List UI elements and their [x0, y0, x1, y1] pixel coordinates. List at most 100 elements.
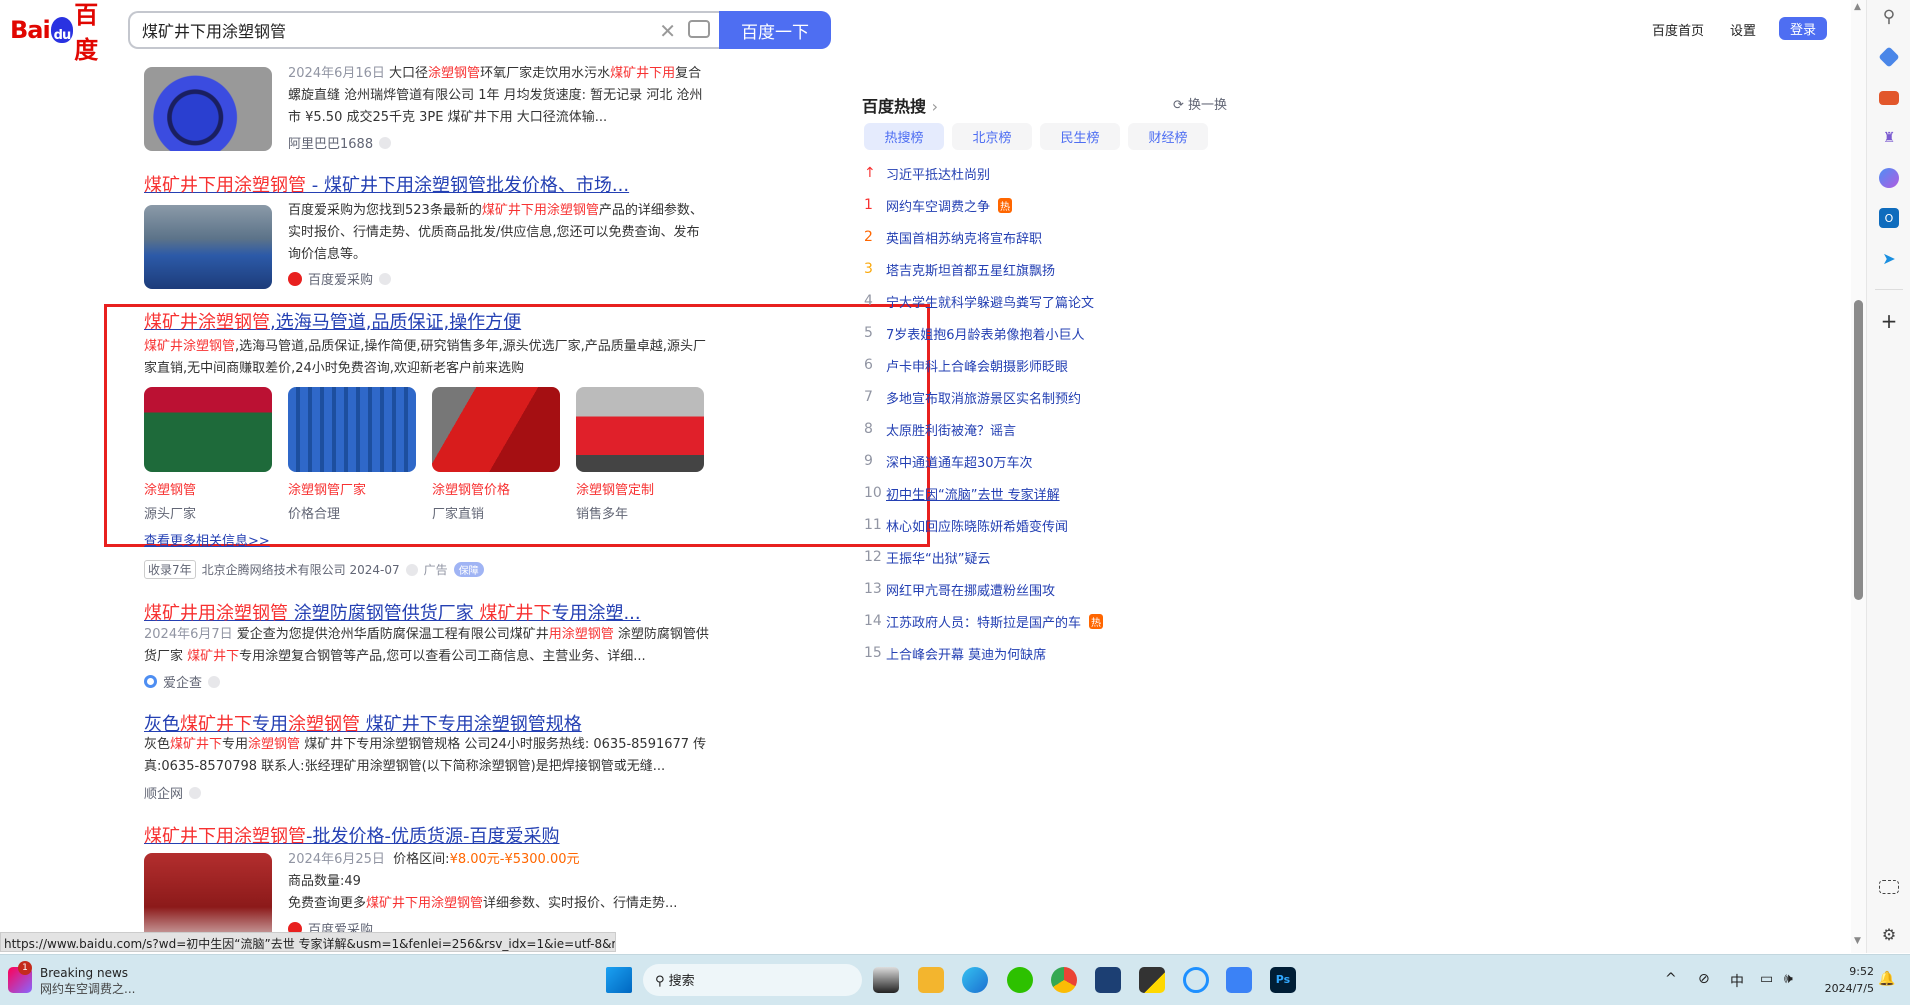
- hot-search-text[interactable]: 初中生因“流脑”去世 专家详解: [886, 484, 1060, 503]
- network-off-icon[interactable]: ⊘: [1698, 971, 1710, 987]
- menu-icon[interactable]: [189, 786, 202, 799]
- search-button[interactable]: 百度一下: [719, 11, 831, 49]
- search-query[interactable]: 煤矿井下用涂塑钢管: [142, 18, 286, 42]
- volume-icon[interactable]: 🕪: [1784, 971, 1793, 987]
- edge-icon[interactable]: [962, 967, 988, 993]
- scrollbar[interactable]: ▲ ▼: [1851, 0, 1866, 953]
- scroll-up-icon[interactable]: ▲: [1854, 2, 1861, 12]
- hot-search-item[interactable]: 13 网红甲亢哥在挪威遭粉丝围攻: [864, 579, 1055, 599]
- hot-search-text[interactable]: 宁大学生就科学躲避鸟粪写了篇论文: [886, 292, 1094, 311]
- result-title[interactable]: 煤矿井下用涂塑钢管-批发价格-优质货源-百度爱采购: [144, 822, 559, 848]
- hot-search-item[interactable]: 14 江苏政府人员：特斯拉是国产的车 热: [864, 611, 1104, 631]
- login-button[interactable]: 登录: [1779, 17, 1827, 40]
- product-card-title[interactable]: 涂塑钢管定制: [576, 479, 654, 498]
- hot-search-title[interactable]: 百度热搜 ›: [862, 93, 938, 117]
- hot-search-text[interactable]: 7岁表姐抱6月龄表弟像抱着小巨人: [886, 324, 1085, 343]
- chevron-up-icon[interactable]: ^: [1665, 971, 1677, 987]
- menu-icon[interactable]: [208, 675, 221, 688]
- hot-search-item[interactable]: 6 卢卡申科上合峰会朝摄影师眨眼: [864, 355, 1068, 375]
- product-image[interactable]: [288, 387, 416, 472]
- notification-bell-icon[interactable]: 🔔: [1878, 971, 1895, 987]
- scrollbar-thumb[interactable]: [1854, 300, 1863, 600]
- tab-hot[interactable]: 热搜榜: [864, 123, 944, 150]
- settings-link[interactable]: 设置: [1730, 20, 1756, 39]
- camera-icon[interactable]: [688, 20, 710, 38]
- settings-icon[interactable]: ⚙: [1879, 924, 1899, 944]
- baidu-logo[interactable]: Bai du 百度: [10, 1, 114, 64]
- sticky-notes-icon[interactable]: [1139, 967, 1165, 993]
- store-icon[interactable]: [1095, 967, 1121, 993]
- result-title[interactable]: 煤矿井下用涂塑钢管 - 煤矿井下用涂塑钢管批发价格、市场...: [144, 171, 629, 197]
- wechat-icon[interactable]: [1007, 967, 1033, 993]
- ime-indicator[interactable]: 中: [1730, 971, 1744, 991]
- hot-search-item[interactable]: 4 宁大学生就科学躲避鸟粪写了篇论文: [864, 291, 1094, 311]
- add-icon[interactable]: +: [1879, 309, 1899, 333]
- hot-search-text[interactable]: 太原胜利街被淹？谣言: [886, 420, 1016, 439]
- send-icon[interactable]: ➤: [1879, 248, 1899, 268]
- hot-search-item[interactable]: 8 太原胜利街被淹？谣言: [864, 419, 1016, 439]
- hot-search-text[interactable]: 塔吉克斯坦首都五星红旗飘扬: [886, 260, 1055, 279]
- product-card-title[interactable]: 涂塑钢管厂家: [288, 479, 366, 498]
- hot-search-item[interactable]: 1 网约车空调费之争 热: [864, 195, 1013, 215]
- hot-search-item[interactable]: 11 林心如回应陈晓陈妍希婚变传闻: [864, 515, 1068, 535]
- hot-search-item[interactable]: 12 王振华“出狱”疑云: [864, 547, 990, 567]
- refresh-button[interactable]: ⟳ 换一换: [1173, 94, 1227, 113]
- file-explorer-icon[interactable]: [918, 967, 944, 993]
- product-image[interactable]: [432, 387, 560, 472]
- hot-search-text[interactable]: 多地宣布取消旅游景区实名制预约: [886, 388, 1081, 407]
- outlook-icon[interactable]: O: [1879, 208, 1899, 228]
- product-card-title[interactable]: 涂塑钢管: [144, 479, 196, 498]
- result-thumbnail[interactable]: [144, 205, 272, 289]
- tag-icon[interactable]: [1878, 46, 1900, 68]
- copilot-icon[interactable]: [1879, 168, 1899, 188]
- more-info-link[interactable]: 查看更多相关信息>>: [144, 530, 270, 549]
- product-image[interactable]: [144, 387, 272, 472]
- hot-search-text[interactable]: 网约车空调费之争: [886, 196, 990, 215]
- hot-search-item[interactable]: 7 多地宣布取消旅游景区实名制预约: [864, 387, 1081, 407]
- taskbar-search[interactable]: ⚲ 搜索: [643, 964, 862, 996]
- result-title[interactable]: 灰色煤矿井下专用涂塑钢管 煤矿井下专用涂塑钢管规格: [144, 710, 582, 736]
- task-view-icon[interactable]: [873, 967, 899, 993]
- scroll-down-icon[interactable]: ▼: [1854, 936, 1861, 946]
- menu-icon[interactable]: [379, 272, 392, 285]
- search-input[interactable]: 煤矿井下用涂塑钢管 ✕: [128, 11, 720, 49]
- search-icon[interactable]: ⚲: [1879, 7, 1899, 27]
- clock[interactable]: 9:52 2024/7/5: [1812, 963, 1874, 997]
- menu-icon[interactable]: [405, 563, 418, 576]
- ad-title[interactable]: 煤矿井涂塑钢管,选海马管道,品质保证,操作方便: [144, 308, 521, 334]
- result-thumbnail[interactable]: [144, 853, 272, 943]
- hot-search-text[interactable]: 王振华“出狱”疑云: [886, 548, 990, 567]
- news-widget[interactable]: Breaking news 网约车空调费之...: [40, 965, 135, 997]
- app-icon[interactable]: [1226, 967, 1252, 993]
- hot-search-text[interactable]: 卢卡申科上合峰会朝摄影师眨眼: [886, 356, 1068, 375]
- chrome-icon[interactable]: [1051, 967, 1077, 993]
- product-image[interactable]: [576, 387, 704, 472]
- tab-beijing[interactable]: 北京榜: [952, 123, 1032, 150]
- photoshop-icon[interactable]: Ps: [1270, 967, 1296, 993]
- product-card-title[interactable]: 涂塑钢管价格: [432, 479, 510, 498]
- hot-search-text[interactable]: 网红甲亢哥在挪威遭粉丝围攻: [886, 580, 1055, 599]
- result-thumbnail[interactable]: [144, 67, 272, 151]
- home-link[interactable]: 百度首页: [1652, 20, 1704, 39]
- hot-search-text[interactable]: 深中通道通车超30万车次: [886, 452, 1033, 471]
- hot-search-text[interactable]: 林心如回应陈晓陈妍希婚变传闻: [886, 516, 1068, 535]
- display-icon[interactable]: ▭: [1760, 971, 1773, 987]
- hot-search-item[interactable]: 9 深中通道通车超30万车次: [864, 451, 1033, 471]
- toolbox-icon[interactable]: [1879, 91, 1899, 105]
- guarantee-badge[interactable]: 保障: [453, 562, 484, 577]
- hot-search-item[interactable]: 10 初中生因“流脑”去世 专家详解: [864, 483, 1060, 503]
- screenshot-icon[interactable]: [1879, 880, 1899, 894]
- hot-search-item[interactable]: 5 7岁表姐抱6月龄表弟像抱着小巨人: [864, 323, 1085, 343]
- tab-finance[interactable]: 财经榜: [1128, 123, 1208, 150]
- chat-icon[interactable]: [1183, 967, 1209, 993]
- hot-search-text[interactable]: 习近平抵达杜尚别: [886, 164, 990, 183]
- hot-search-item[interactable]: 15 上合峰会开幕 莫迪为何缺席: [864, 643, 1046, 663]
- menu-icon[interactable]: [379, 136, 392, 149]
- hot-search-item[interactable]: ↑ 习近平抵达杜尚别: [864, 163, 990, 183]
- result-title[interactable]: 煤矿井用涂塑钢管 涂塑防腐钢管供货厂家 煤矿井下专用涂塑...: [144, 599, 641, 625]
- tab-livelihood[interactable]: 民生榜: [1040, 123, 1120, 150]
- hot-search-text[interactable]: 江苏政府人员：特斯拉是国产的车: [886, 612, 1081, 631]
- hot-search-item[interactable]: 3 塔吉克斯坦首都五星红旗飘扬: [864, 259, 1055, 279]
- hot-search-item[interactable]: 2 英国首相苏纳克将宣布辞职: [864, 227, 1042, 247]
- hot-search-text[interactable]: 上合峰会开幕 莫迪为何缺席: [886, 644, 1046, 663]
